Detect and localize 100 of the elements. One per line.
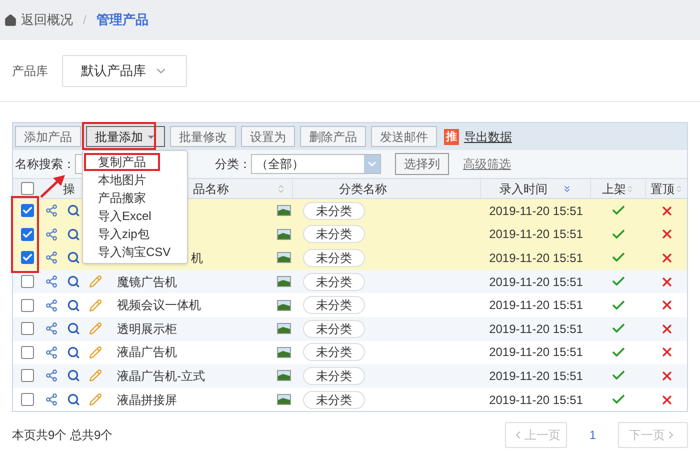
product-name: 机: [191, 250, 203, 267]
recommend-badge: 推: [444, 128, 459, 144]
page-number[interactable]: 1: [581, 426, 604, 444]
edit-icon[interactable]: [89, 322, 102, 336]
search-icon[interactable]: [67, 228, 80, 241]
category-tag: 未分类: [303, 225, 365, 244]
image-icon: [277, 394, 291, 406]
category-select[interactable]: （全部）: [251, 154, 381, 174]
date-cell: 2019-11-20 15:51: [489, 368, 583, 383]
menu-item[interactable]: 本地图片: [84, 171, 160, 189]
checkbox[interactable]: [20, 393, 34, 406]
category-tag: 未分类: [303, 248, 365, 267]
name-search-label: 名称搜索：: [15, 156, 75, 173]
checkbox[interactable]: [20, 251, 34, 264]
share-icon[interactable]: [45, 369, 58, 382]
share-icon[interactable]: [45, 298, 58, 312]
column-header: 置顶: [650, 180, 674, 198]
share-icon[interactable]: [45, 275, 58, 288]
search-icon[interactable]: [67, 393, 80, 406]
toolbar-button[interactable]: 设置为: [241, 126, 295, 147]
share-icon[interactable]: [45, 346, 58, 359]
toolbar-button[interactable]: 发送邮件: [371, 126, 437, 147]
category-tag: 未分类: [303, 320, 365, 338]
image-icon: [277, 205, 291, 216]
checkbox[interactable]: [20, 346, 34, 359]
edit-icon[interactable]: [89, 346, 102, 359]
category-tag: 未分类: [303, 366, 365, 385]
category-tag: 未分类: [303, 202, 365, 220]
menu-item[interactable]: 产品搬家: [84, 189, 160, 207]
choose-columns-button[interactable]: 选择列: [395, 153, 449, 175]
image-icon: [277, 276, 291, 288]
back-link[interactable]: 返回概况: [21, 10, 73, 30]
product-name: 液晶广告机: [117, 344, 177, 362]
category-tag: 未分类: [303, 272, 365, 291]
checkbox[interactable]: [20, 275, 34, 288]
share-icon[interactable]: [45, 204, 58, 218]
date-cell: 2019-11-20 15:51: [489, 227, 583, 242]
menu-item[interactable]: 导入zip包: [84, 225, 164, 243]
category-tag: 未分类: [303, 343, 365, 362]
share-icon[interactable]: [45, 228, 58, 241]
date-cell: 2019-11-20 15:51: [489, 322, 583, 336]
menu-item[interactable]: 导入淘宝CSV: [84, 243, 185, 261]
library-select[interactable]: 默认产品库: [62, 54, 187, 86]
home-icon[interactable]: [4, 14, 17, 26]
image-icon: [277, 300, 291, 311]
breadcrumb-current: 管理产品: [96, 11, 148, 30]
column-header: 录入时间: [500, 180, 548, 198]
menu-item[interactable]: 复制产品: [84, 153, 160, 171]
share-icon[interactable]: [45, 393, 58, 406]
checkbox[interactable]: [20, 204, 34, 218]
product-name: 视频会议一体机: [117, 297, 201, 314]
search-icon[interactable]: [67, 204, 80, 218]
breadcrumb-separator: /: [83, 12, 86, 29]
date-cell: 2019-11-20 15:51: [489, 298, 583, 312]
image-icon: [277, 370, 291, 382]
advanced-filter-link[interactable]: 高级筛选: [463, 155, 511, 173]
edit-icon[interactable]: [89, 369, 102, 382]
category-tag: 未分类: [303, 296, 365, 314]
library-label: 产品库: [12, 62, 48, 80]
image-icon: [277, 346, 291, 358]
toolbar-button[interactable]: 添加产品: [15, 126, 81, 147]
toolbar-button[interactable]: 批量修改: [170, 126, 236, 147]
column-header: 操: [63, 182, 75, 196]
search-icon[interactable]: [67, 275, 80, 288]
date-cell: 2019-11-20 15:51: [489, 345, 583, 360]
share-icon[interactable]: [45, 322, 58, 336]
column-header: 品名称: [193, 180, 229, 198]
search-icon[interactable]: [67, 298, 80, 312]
date-cell: 2019-11-20 15:51: [489, 274, 583, 289]
share-icon[interactable]: [45, 251, 58, 264]
product-name: 魔镜广告机: [117, 274, 177, 291]
menu-button[interactable]: 批量添加: [86, 126, 165, 147]
image-icon: [277, 323, 291, 334]
date-cell: 2019-11-20 15:51: [489, 250, 583, 265]
export-link[interactable]: 导出数据: [464, 128, 512, 146]
checkbox[interactable]: [20, 322, 34, 336]
category-tag: 未分类: [303, 390, 365, 409]
product-name: 液晶拼接屏: [117, 392, 177, 409]
column-header: 分类名称: [339, 180, 387, 198]
search-icon[interactable]: [67, 346, 80, 359]
search-icon[interactable]: [67, 251, 80, 264]
checkbox[interactable]: [20, 369, 34, 382]
edit-icon[interactable]: [89, 393, 102, 406]
category-label: 分类：: [215, 156, 251, 173]
product-name: 透明展示柜: [117, 320, 177, 338]
sort-icon[interactable]: [562, 184, 572, 194]
edit-icon[interactable]: [89, 298, 102, 312]
edit-icon[interactable]: [89, 275, 102, 288]
checkbox[interactable]: [20, 298, 34, 312]
checkbox[interactable]: [20, 182, 34, 195]
checkbox[interactable]: [20, 228, 34, 241]
toolbar-button[interactable]: 删除产品: [300, 126, 366, 147]
date-cell: 2019-11-20 15:51: [489, 204, 583, 218]
page-summary: 本页共9个 总共9个: [12, 427, 113, 444]
search-icon[interactable]: [67, 322, 80, 336]
product-name: 液晶广告机-立式: [117, 368, 205, 385]
image-icon: [277, 228, 291, 240]
search-icon[interactable]: [67, 369, 80, 382]
column-header: 上架: [602, 180, 626, 198]
menu-item[interactable]: 导入Excel: [84, 207, 166, 225]
